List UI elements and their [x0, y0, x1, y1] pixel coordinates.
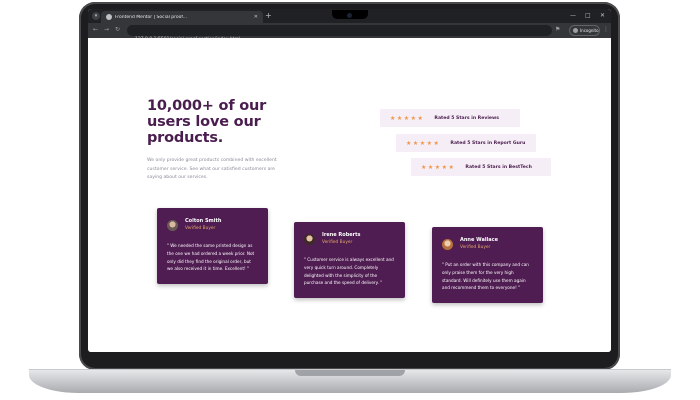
reviewer-name: Colton Smith: [185, 218, 222, 224]
star-rating-icon: ★★★★★: [421, 163, 456, 171]
reviewer-name: Irene Roberts: [322, 232, 361, 238]
reviewer-role: Verified Buyer: [185, 226, 216, 231]
incognito-label: Incognito: [580, 28, 599, 33]
rating-label: Rated 5 Stars in Reviews: [434, 115, 500, 121]
forward-icon[interactable]: →: [104, 26, 109, 34]
reviewer-role: Verified Buyer: [460, 245, 491, 250]
avatar: [304, 233, 315, 245]
tab-title: Frontend Mentor | Social proof...: [115, 14, 187, 20]
avatar: [442, 238, 453, 250]
incognito-icon: [573, 28, 578, 33]
reviewer-role: Verified Buyer: [322, 240, 353, 245]
testimonial-quote: " Customer service is always excellent a…: [304, 257, 394, 286]
reviewer-name: Anne Wallace: [460, 237, 498, 243]
rating-reviews: ★★★★★ Rated 5 Stars in Reviews: [380, 109, 520, 127]
rating-label: Rated 5 Stars in Report Guru: [450, 140, 526, 146]
camera-icon: [347, 13, 352, 18]
more-menu-icon[interactable]: ⋮: [603, 26, 609, 34]
star-rating-icon: ★★★★★: [406, 139, 441, 147]
translate-icon[interactable]: ⚑: [555, 26, 560, 34]
browser-tab[interactable]: Frontend Mentor | Social proof... ✕: [101, 11, 263, 23]
browser-toolbar: ← → ↻ 127.0.0.1:5501/social-proof-sectio…: [88, 23, 611, 42]
testimonial-header: Anne Wallace Verified Buyer: [442, 237, 533, 251]
minimize-icon[interactable]: —: [570, 12, 576, 20]
testimonial-card: Irene Roberts Verified Buyer " Customer …: [294, 222, 405, 298]
testimonial-quote: " Put an order with this company and can…: [442, 262, 529, 291]
testimonial-header: Colton Smith Verified Buyer: [167, 218, 258, 232]
rating-besttech: ★★★★★ Rated 5 Stars in BestTech: [411, 158, 551, 176]
back-icon[interactable]: ←: [93, 26, 98, 34]
maximize-icon[interactable]: □: [585, 12, 591, 20]
avatar: [167, 219, 178, 231]
close-icon[interactable]: ✕: [254, 14, 258, 20]
new-tab-icon[interactable]: +: [265, 11, 272, 21]
tab-search-icon[interactable]: ▾: [92, 12, 100, 20]
favicon-icon: [106, 14, 112, 20]
rating-report-guru: ★★★★★ Rated 5 Stars in Report Guru: [396, 134, 536, 152]
testimonial-card: Colton Smith Verified Buyer " We needed …: [157, 208, 268, 284]
page-title: 10,000+ of our users love our products.: [147, 98, 267, 146]
close-window-icon[interactable]: ✕: [600, 12, 605, 20]
laptop-thumb-notch: [295, 370, 405, 376]
incognito-button[interactable]: Incognito: [569, 25, 600, 36]
testimonial-header: Irene Roberts Verified Buyer: [304, 232, 395, 246]
laptop-screen: ▾ Frontend Mentor | Social proof... ✕ + …: [88, 9, 611, 352]
testimonial-card: Anne Wallace Verified Buyer " Put an ord…: [432, 227, 543, 303]
laptop-mockup: ▾ Frontend Mentor | Social proof... ✕ + …: [0, 0, 700, 400]
rating-label: Rated 5 Stars in BestTech: [465, 164, 532, 170]
address-bar[interactable]: 127.0.0.1:5501/social-proof-section/inde…: [127, 25, 552, 42]
web-page: 10,000+ of our users love our products. …: [88, 38, 611, 352]
reload-icon[interactable]: ↻: [115, 26, 120, 34]
testimonial-quote: " We needed the same printed design as t…: [167, 243, 255, 272]
page-description: We only provide great products combined …: [147, 158, 277, 180]
star-rating-icon: ★★★★★: [390, 114, 425, 122]
